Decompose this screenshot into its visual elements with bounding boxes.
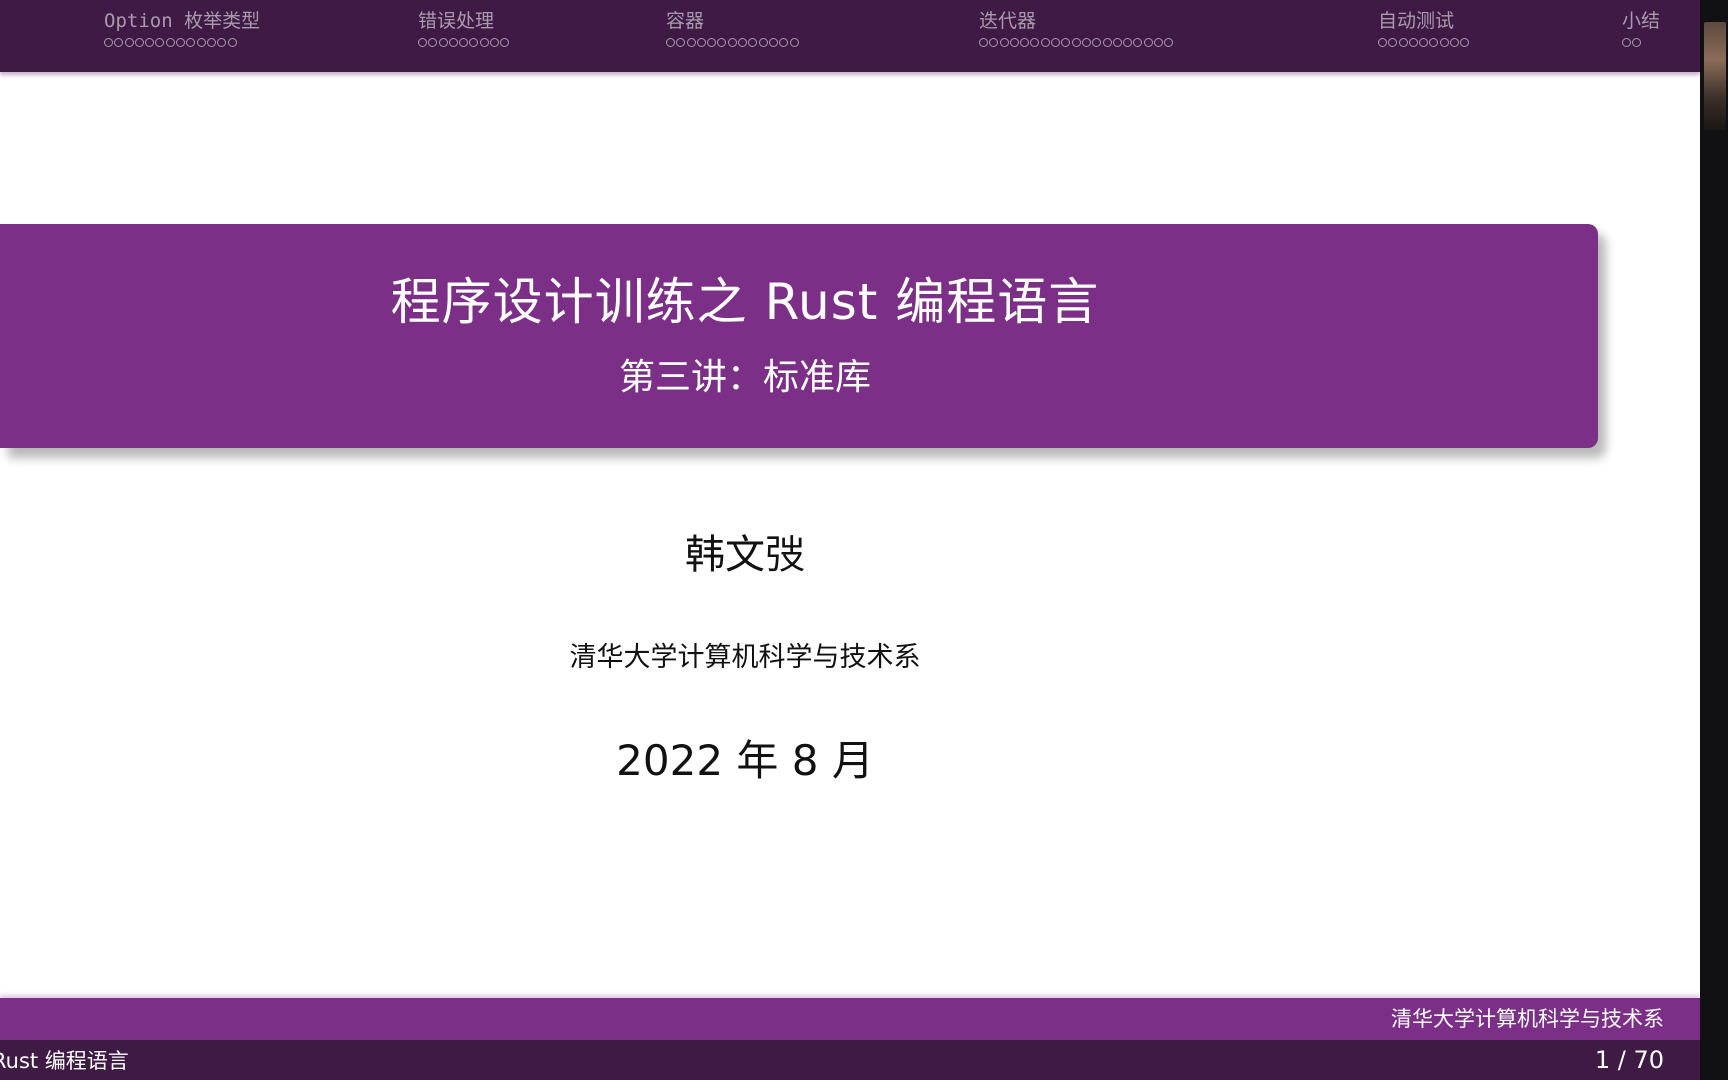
footer-short-title: Rust 编程语言 bbox=[0, 1049, 129, 1073]
nav-section-dots[interactable] bbox=[1378, 34, 1471, 50]
nav-slide-dot[interactable] bbox=[145, 38, 155, 47]
nav-section-label[interactable]: Option 枚举类型 bbox=[104, 10, 260, 32]
nav-slide-dot[interactable] bbox=[1388, 38, 1398, 47]
slide-title: 程序设计训练之 Rust 编程语言 bbox=[390, 273, 1100, 331]
nav-slide-dot[interactable] bbox=[500, 38, 510, 47]
nav-section-label[interactable]: 自动测试 bbox=[1378, 10, 1471, 32]
nav-slide-dot[interactable] bbox=[1143, 38, 1153, 47]
nav-slide-dot[interactable] bbox=[206, 38, 216, 47]
nav-slide-dot[interactable] bbox=[1154, 38, 1164, 47]
screen: Option 枚举类型 错误处理 容器 迭代器 自动测试 小结 程序设计训练之 … bbox=[0, 0, 1728, 1080]
nav-slide-dot[interactable] bbox=[1123, 38, 1133, 47]
nav-slide-dot[interactable] bbox=[676, 38, 686, 47]
nav-slide-dot[interactable] bbox=[155, 38, 165, 47]
nav-slide-dot[interactable] bbox=[707, 38, 717, 47]
nav-slide-dot[interactable] bbox=[1378, 38, 1387, 47]
nav-slide-dot[interactable] bbox=[1408, 38, 1418, 47]
section-navigation-bar: Option 枚举类型 错误处理 容器 迭代器 自动测试 小结 bbox=[0, 0, 1700, 72]
presentation-date: 2022 年 8 月 bbox=[616, 736, 874, 785]
nav-slide-dot[interactable] bbox=[696, 38, 706, 47]
nav-slide-dot[interactable] bbox=[438, 38, 448, 47]
footer-institute-bar: 清华大学计算机科学与技术系 bbox=[0, 998, 1700, 1040]
nav-slide-dot[interactable] bbox=[999, 38, 1009, 47]
nav-slide-dot[interactable] bbox=[1133, 38, 1143, 47]
nav-section-dots[interactable] bbox=[666, 34, 800, 50]
nav-slide-dot[interactable] bbox=[989, 38, 999, 47]
presentation-slide: Option 枚举类型 错误处理 容器 迭代器 自动测试 小结 程序设计训练之 … bbox=[0, 0, 1700, 1080]
nav-slide-dot[interactable] bbox=[196, 38, 206, 47]
footer-title-bar: Rust 编程语言 1 / 70 bbox=[0, 1040, 1700, 1080]
nav-slide-dot[interactable] bbox=[1092, 38, 1102, 47]
nav-slide-dot[interactable] bbox=[1632, 38, 1642, 47]
nav-slide-dot[interactable] bbox=[448, 38, 458, 47]
institute-name: 清华大学计算机科学与技术系 bbox=[569, 642, 921, 673]
nav-section-label[interactable]: 容器 bbox=[666, 10, 800, 32]
nav-slide-dot[interactable] bbox=[738, 38, 748, 47]
nav-section-error-handling[interactable]: 错误处理 bbox=[418, 10, 511, 50]
author-name: 韩文弢 bbox=[685, 532, 805, 578]
nav-section-containers[interactable]: 容器 bbox=[666, 10, 800, 50]
nav-section-dots[interactable] bbox=[1622, 34, 1660, 50]
nav-slide-dot[interactable] bbox=[768, 38, 778, 47]
webcam-thumbnail bbox=[1704, 22, 1726, 130]
nav-section-dots[interactable] bbox=[979, 34, 1175, 50]
nav-slide-dot[interactable] bbox=[227, 38, 237, 47]
nav-slide-dot[interactable] bbox=[217, 38, 227, 47]
nav-section-summary[interactable]: 小结 bbox=[1622, 10, 1660, 50]
nav-slide-dot[interactable] bbox=[1419, 38, 1429, 47]
nav-section-label[interactable]: 迭代器 bbox=[979, 10, 1175, 32]
nav-slide-dot[interactable] bbox=[1081, 38, 1091, 47]
nav-slide-dot[interactable] bbox=[1102, 38, 1112, 47]
nav-slide-dot[interactable] bbox=[1020, 38, 1030, 47]
nav-slide-dot[interactable] bbox=[717, 38, 727, 47]
nav-slide-dot[interactable] bbox=[686, 38, 696, 47]
nav-slide-dot[interactable] bbox=[1429, 38, 1439, 47]
nav-slide-dot[interactable] bbox=[748, 38, 758, 47]
title-block: 程序设计训练之 Rust 编程语言 第三讲：标准库 bbox=[0, 224, 1598, 448]
nav-slide-dot[interactable] bbox=[1061, 38, 1071, 47]
nav-section-dots[interactable] bbox=[418, 34, 511, 50]
nav-slide-dot[interactable] bbox=[124, 38, 134, 47]
nav-slide-dot[interactable] bbox=[1040, 38, 1050, 47]
nav-section-label[interactable]: 错误处理 bbox=[418, 10, 511, 32]
nav-slide-dot[interactable] bbox=[490, 38, 500, 47]
nav-slide-dot[interactable] bbox=[979, 38, 988, 47]
nav-slide-dot[interactable] bbox=[479, 38, 489, 47]
nav-slide-dot[interactable] bbox=[789, 38, 799, 47]
nav-section-dots[interactable] bbox=[104, 34, 260, 50]
nav-slide-dot[interactable] bbox=[1112, 38, 1122, 47]
nav-slide-dot[interactable] bbox=[176, 38, 186, 47]
nav-slide-dot[interactable] bbox=[1450, 38, 1460, 47]
window-edge-strip bbox=[1700, 0, 1728, 1080]
nav-slide-dot[interactable] bbox=[1071, 38, 1081, 47]
page-indicator: 1 / 70 bbox=[1594, 1046, 1664, 1074]
nav-slide-dot[interactable] bbox=[1051, 38, 1061, 47]
nav-slide-dot[interactable] bbox=[114, 38, 124, 47]
nav-slide-dot[interactable] bbox=[666, 38, 675, 47]
nav-slide-dot[interactable] bbox=[1460, 38, 1470, 47]
nav-slide-dot[interactable] bbox=[727, 38, 737, 47]
nav-slide-dot[interactable] bbox=[428, 38, 438, 47]
nav-slide-dot[interactable] bbox=[1009, 38, 1019, 47]
nav-slide-dot[interactable] bbox=[1164, 38, 1174, 47]
nav-slide-dot[interactable] bbox=[104, 38, 113, 47]
nav-slide-dot[interactable] bbox=[186, 38, 196, 47]
nav-section-option[interactable]: Option 枚举类型 bbox=[104, 10, 260, 50]
nav-section-auto-testing[interactable]: 自动测试 bbox=[1378, 10, 1471, 50]
nav-slide-dot[interactable] bbox=[418, 38, 427, 47]
nav-slide-dot[interactable] bbox=[469, 38, 479, 47]
nav-section-iterators[interactable]: 迭代器 bbox=[979, 10, 1175, 50]
nav-slide-dot[interactable] bbox=[134, 38, 144, 47]
nav-slide-dot[interactable] bbox=[1398, 38, 1408, 47]
nav-slide-dot[interactable] bbox=[165, 38, 175, 47]
nav-slide-dot[interactable] bbox=[459, 38, 469, 47]
footer-institute: 清华大学计算机科学与技术系 bbox=[1391, 1007, 1664, 1031]
nav-section-label[interactable]: 小结 bbox=[1622, 10, 1660, 32]
nav-slide-dot[interactable] bbox=[1622, 38, 1631, 47]
nav-slide-dot[interactable] bbox=[1439, 38, 1449, 47]
slide-subtitle: 第三讲：标准库 bbox=[618, 357, 871, 398]
nav-slide-dot[interactable] bbox=[779, 38, 789, 47]
nav-slide-dot[interactable] bbox=[758, 38, 768, 47]
nav-slide-dot[interactable] bbox=[1030, 38, 1040, 47]
